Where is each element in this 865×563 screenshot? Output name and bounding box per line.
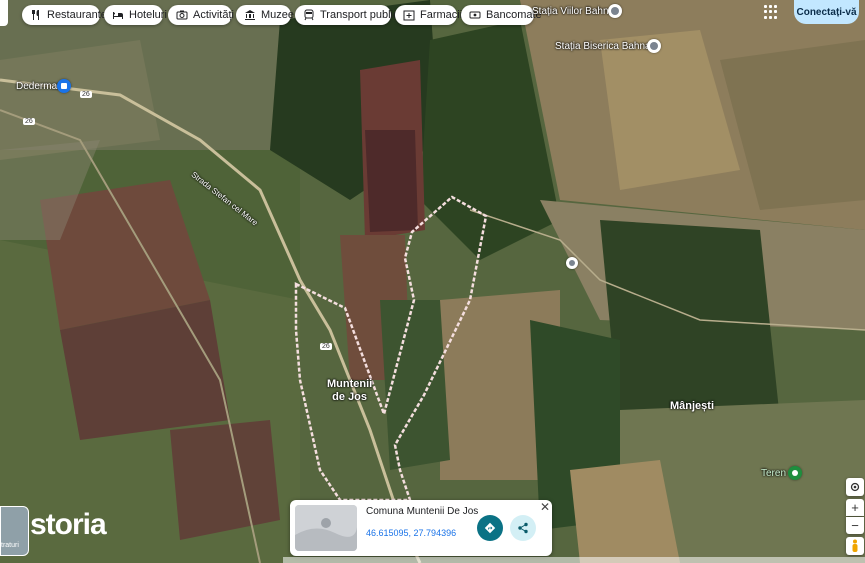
close-icon: ✕ [540, 500, 551, 514]
layers-label: traturi [1, 542, 19, 549]
shopping-pin[interactable] [57, 79, 71, 93]
transit-stop-label[interactable]: Stația Viilor Bahnari [532, 6, 620, 17]
share-button[interactable] [510, 515, 536, 541]
apps-grid-icon[interactable] [764, 5, 778, 19]
transit-icon [650, 42, 658, 50]
place-thumbnail[interactable] [295, 505, 357, 551]
sports-icon [792, 470, 798, 476]
directions-icon [484, 522, 496, 534]
storia-watermark: storia [30, 508, 107, 541]
layers-button[interactable]: traturi [0, 506, 29, 556]
transit-stop-pin[interactable] [647, 39, 661, 53]
sign-in-button[interactable]: Conectați-vă [794, 0, 859, 24]
directions-button[interactable] [477, 515, 503, 541]
place-pin[interactable] [566, 257, 578, 269]
minus-icon: − [851, 518, 859, 533]
satellite-map[interactable] [0, 0, 865, 563]
poi-label[interactable]: Teren [761, 468, 786, 479]
filter-chip-label: Restaurante [47, 9, 107, 21]
close-card-button[interactable]: ✕ [540, 500, 550, 514]
village-label[interactable]: Muntenii de Jos [327, 378, 372, 404]
transit-icon [611, 7, 619, 15]
filter-chip-pharmacies[interactable]: Farmacii [395, 5, 462, 25]
town-label[interactable]: Dederman [16, 81, 63, 92]
zoom-in-button[interactable]: + [846, 499, 864, 516]
filter-chip-label: Transport public [320, 9, 399, 21]
shopping-icon [61, 83, 67, 89]
search-box-edge[interactable] [0, 0, 8, 26]
museum-icon [245, 10, 255, 20]
village-name-line: de Jos [332, 391, 368, 403]
place-icon [569, 260, 575, 266]
zoom-out-button[interactable]: − [846, 517, 864, 534]
map-thumbnail-image [295, 505, 357, 551]
filter-chip-restaurants[interactable]: Restaurante [22, 5, 107, 25]
filter-chip-label: Farmacii [420, 9, 463, 21]
street-view-pegman[interactable] [846, 537, 864, 555]
transit-stop-pin[interactable] [608, 4, 622, 18]
my-location-button[interactable] [846, 478, 864, 496]
hotel-icon [113, 12, 123, 19]
filter-chip-label: Hoteluri [129, 9, 167, 21]
pegman-icon [852, 539, 858, 552]
road-shield: 26 [23, 118, 35, 125]
place-title: Comuna Muntenii De Jos [366, 506, 479, 517]
place-info-card[interactable]: Comuna Muntenii De Jos 46.615095, 27.794… [290, 500, 552, 556]
village-name-line: Muntenii [327, 378, 373, 390]
filter-chip-atms[interactable]: Bancomate [461, 5, 542, 25]
filter-chip-hotels[interactable]: Hoteluri [104, 5, 167, 25]
road-shield: 26 [80, 91, 92, 98]
plus-icon: + [851, 500, 859, 515]
road-shield: 26 [320, 343, 332, 350]
filter-chip-museums[interactable]: Muzee [236, 5, 295, 25]
pharmacy-icon [403, 10, 415, 21]
place-coordinates[interactable]: 46.615095, 27.794396 [366, 528, 456, 538]
filter-chip-label: Muzee [261, 9, 295, 21]
village-label[interactable]: Mânjești [670, 400, 714, 413]
filter-chip-transit[interactable]: Transport public [295, 5, 398, 25]
filter-chip-label: Activități [193, 9, 234, 21]
share-icon [518, 522, 528, 534]
restaurant-icon [32, 10, 39, 20]
map-attribution-bar [283, 557, 865, 563]
sports-pin[interactable] [788, 466, 802, 480]
camera-icon [176, 10, 188, 20]
transit-stop-label[interactable]: Stația Biserica Bahnari [555, 41, 656, 52]
my-location-icon [850, 482, 860, 492]
filter-chip-activities[interactable]: Activități [168, 5, 234, 25]
transit-icon [304, 9, 314, 21]
atm-icon [469, 11, 481, 19]
